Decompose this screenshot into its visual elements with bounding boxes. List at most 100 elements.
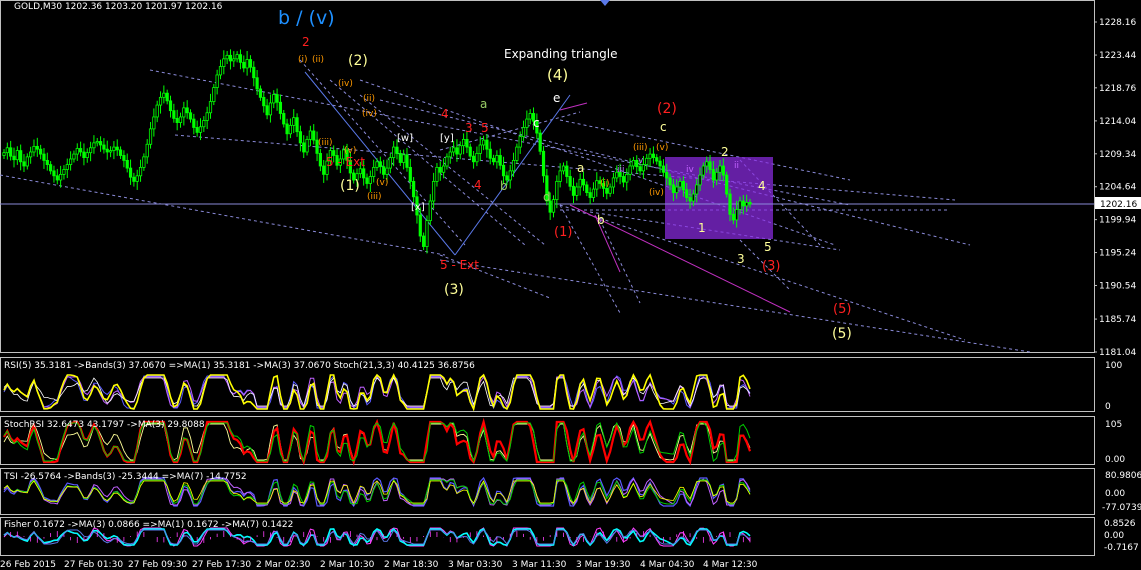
candle-body xyxy=(308,130,312,140)
candle-body xyxy=(188,112,193,120)
tsi-scale-top: 80.9806 xyxy=(1105,471,1141,481)
time-tick-label: 3 Mar 19:30 xyxy=(576,560,631,570)
price-tick-label: 1199.94 xyxy=(1099,216,1136,226)
label-y: [y] xyxy=(440,133,454,144)
candle-body xyxy=(561,165,566,172)
candle-body xyxy=(378,161,382,168)
time-tick-label: 2 Mar 10:30 xyxy=(320,560,375,570)
red-2: 2 xyxy=(302,35,310,49)
roman-v-2: (v) xyxy=(376,178,388,188)
candle-body xyxy=(435,166,439,182)
candle-body xyxy=(2,152,6,156)
candle-body xyxy=(538,132,542,152)
candle-body xyxy=(365,177,369,184)
candle-body xyxy=(185,107,189,114)
candle-body xyxy=(278,101,283,114)
candle-body xyxy=(268,102,273,116)
candle-body xyxy=(312,130,316,141)
time-tick-label: 4 Mar 04:30 xyxy=(640,560,695,570)
candle-body xyxy=(658,160,662,167)
candle-body xyxy=(625,173,629,183)
candle-body xyxy=(195,127,199,133)
price-tick-label: 1218.76 xyxy=(1099,84,1136,94)
candle-body xyxy=(285,123,289,135)
time-tick-label: 2 Mar 02:30 xyxy=(256,560,311,570)
candle-body xyxy=(215,74,219,88)
candle-body xyxy=(49,164,53,172)
candle-body xyxy=(631,159,636,167)
candle-body xyxy=(322,165,326,175)
candle-body xyxy=(418,214,422,237)
roman-iv-2: (iv) xyxy=(362,109,377,119)
candle-body xyxy=(675,186,679,194)
time-tick-label: 26 Feb 2015 xyxy=(0,560,56,570)
candle-body xyxy=(258,88,263,98)
candle-body xyxy=(375,161,379,168)
red-5: 5 xyxy=(481,121,489,135)
candle-body xyxy=(605,188,609,194)
candle-body xyxy=(138,166,143,177)
candle-body xyxy=(521,127,526,137)
candle-body xyxy=(55,175,59,181)
minor-iii: iii xyxy=(617,165,625,175)
candle-body xyxy=(461,138,466,147)
candle-body xyxy=(19,150,23,163)
current-price-tag: 1202.16 xyxy=(1095,197,1141,210)
candle-body xyxy=(501,164,506,177)
candle-body xyxy=(202,120,206,128)
roman-ii-2: (ii) xyxy=(363,94,375,104)
candle-body xyxy=(711,169,715,181)
candle-body xyxy=(455,147,459,155)
roman-iii-3: (iii) xyxy=(633,143,648,153)
candle-body xyxy=(705,161,709,167)
candle-body xyxy=(585,184,589,194)
candle-body xyxy=(665,171,669,179)
candle-body xyxy=(128,167,133,178)
minor-ii: ii xyxy=(734,161,739,171)
candle-body xyxy=(238,54,243,63)
time-tick-label: 3 Mar 03:30 xyxy=(448,560,503,570)
candle-body xyxy=(65,164,69,170)
candle-body xyxy=(9,147,13,157)
ext-label-2: 5 - Ext xyxy=(440,258,479,272)
candle-body xyxy=(242,61,246,69)
candle-body xyxy=(152,116,156,130)
candle-body xyxy=(52,170,56,177)
candle-body xyxy=(62,169,66,175)
candle-body xyxy=(192,118,196,128)
candle-body xyxy=(661,165,666,173)
symbol-header: GOLD,M30 1202.36 1203.20 1201.97 1202.16 xyxy=(14,2,223,12)
candle-body xyxy=(638,166,642,172)
candle-body xyxy=(402,154,406,163)
candle-body xyxy=(105,148,109,153)
candle-body xyxy=(621,176,626,183)
candle-body xyxy=(235,54,239,60)
label-b2: b xyxy=(597,213,605,227)
candle-body xyxy=(39,148,43,155)
candle-body xyxy=(148,128,153,145)
candle-body xyxy=(272,94,276,104)
candle-body xyxy=(721,165,725,176)
candle-body xyxy=(471,155,476,163)
candle-body xyxy=(528,113,532,120)
stochrsi-scale-bottom: 0.00 xyxy=(1105,455,1126,465)
candle-body xyxy=(591,188,596,198)
price-tick-label: 1214.04 xyxy=(1099,117,1136,127)
candle-body xyxy=(511,159,516,172)
price-tick-label: 1190.54 xyxy=(1099,281,1136,291)
candle-body xyxy=(302,142,306,153)
candle-body xyxy=(392,146,396,158)
candle-body xyxy=(368,176,372,184)
candle-body xyxy=(59,173,63,181)
candle-body xyxy=(72,153,76,160)
candle-body xyxy=(245,59,249,69)
label-d: d xyxy=(543,190,551,204)
candle-body xyxy=(475,152,479,163)
time-tick-label: 2 Mar 18:30 xyxy=(384,560,439,570)
candle-body xyxy=(442,165,446,173)
candle-body xyxy=(228,54,233,62)
candle-body xyxy=(725,174,729,195)
candle-body xyxy=(565,165,569,177)
candle-body xyxy=(15,150,19,161)
label-c: c xyxy=(533,116,540,130)
